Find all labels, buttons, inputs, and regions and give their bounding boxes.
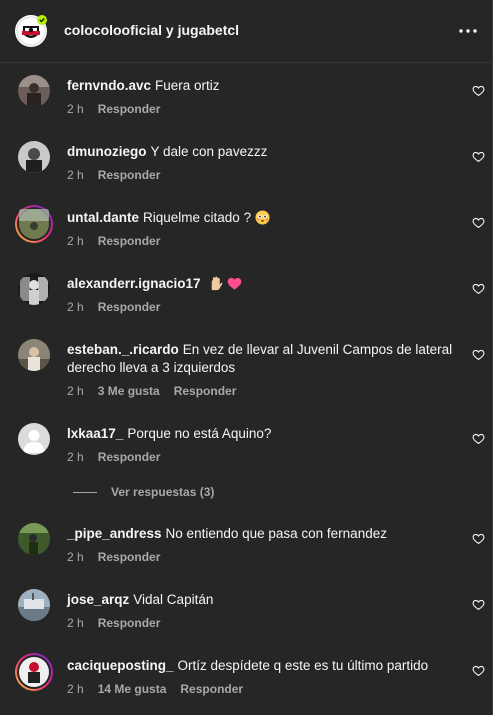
comment-text: Fuera ortiz	[155, 78, 220, 93]
more-horizontal-icon	[459, 29, 477, 33]
comment-username[interactable]: dmunoziego	[67, 144, 147, 159]
avatar[interactable]	[14, 652, 54, 692]
avatar[interactable]	[18, 339, 50, 371]
post-header: colocolooficial y jugabetcl	[0, 0, 492, 63]
likes-count[interactable]: 3 Me gusta	[98, 384, 160, 398]
comment-time: 2 h	[67, 300, 84, 314]
reply-button[interactable]: Responder	[174, 384, 237, 398]
comment-time: 2 h	[67, 102, 84, 116]
pink-heart-icon	[227, 277, 242, 290]
comment-text: Porque no está Aquino?	[127, 426, 272, 441]
view-replies-label: Ver respuestas (3)	[111, 485, 215, 499]
reply-button[interactable]: Responder	[98, 234, 161, 248]
likes-count[interactable]: 14 Me gusta	[98, 682, 167, 696]
heart-icon[interactable]	[472, 84, 485, 97]
comment-username[interactable]: _pipe_andress	[67, 526, 162, 541]
comment-text: Y dale con pavezzz	[150, 144, 268, 159]
heart-icon[interactable]	[472, 432, 485, 445]
avatar[interactable]	[18, 141, 50, 173]
avatar[interactable]	[14, 204, 54, 244]
reply-button[interactable]: Responder	[98, 168, 161, 182]
avatar[interactable]	[18, 523, 50, 555]
comment-time: 2 h	[67, 616, 84, 630]
avatar[interactable]	[18, 589, 50, 621]
avatar[interactable]	[18, 423, 50, 455]
comment-username[interactable]: esteban._.ricardo	[67, 342, 179, 357]
heart-icon[interactable]	[472, 282, 485, 295]
heart-icon[interactable]	[472, 532, 485, 545]
reply-button[interactable]: Responder	[98, 300, 161, 314]
heart-icon[interactable]	[472, 348, 485, 361]
reply-button[interactable]: Responder	[180, 682, 243, 696]
comment-text: Ortíz despídete q este es tu último part…	[177, 658, 429, 673]
heart-icon[interactable]	[472, 150, 485, 163]
comment-time: 2 h	[67, 384, 84, 398]
comment-text: Vidal Capitán	[133, 592, 214, 607]
flushed-face-icon	[255, 210, 270, 225]
comment-text: No entiendo que pasa con fernandez	[165, 526, 387, 541]
account-avatar[interactable]	[14, 14, 48, 48]
heart-icon[interactable]	[472, 216, 485, 229]
heart-icon[interactable]	[472, 598, 485, 611]
post-title[interactable]: colocolooficial y jugabetcl	[64, 22, 239, 38]
comment-username[interactable]: lxkaa17_	[67, 426, 123, 441]
reply-button[interactable]: Responder	[98, 550, 161, 564]
reply-button[interactable]: Responder	[98, 616, 161, 630]
comment-username[interactable]: untal.dante	[67, 210, 139, 225]
comments-panel: colocolooficial y jugabetcl fernvndo.avc…	[0, 0, 493, 715]
reply-button[interactable]: Responder	[98, 102, 161, 116]
replies-divider	[73, 491, 97, 493]
avatar[interactable]	[18, 75, 50, 107]
comment-time: 2 h	[67, 450, 84, 464]
comment-username[interactable]: alexanderr.ignacio17	[67, 276, 201, 291]
comment-time: 2 h	[67, 682, 84, 696]
reply-button[interactable]: Responder	[98, 450, 161, 464]
comment-time: 2 h	[67, 234, 84, 248]
view-replies-button[interactable]: Ver respuestas (3)	[73, 485, 214, 499]
comment-username[interactable]: caciqueposting_	[67, 658, 174, 673]
default-avatar-icon	[18, 423, 50, 455]
comment-text: Riquelme citado ?	[143, 210, 252, 225]
heart-icon[interactable]	[472, 664, 485, 677]
comment-time: 2 h	[67, 168, 84, 182]
comment-username[interactable]: fernvndo.avc	[67, 78, 151, 93]
comment-time: 2 h	[67, 550, 84, 564]
raised-hand-icon	[212, 276, 223, 291]
more-options-button[interactable]	[456, 19, 480, 43]
avatar[interactable]	[18, 273, 50, 305]
comment-username[interactable]: jose_arqz	[67, 592, 129, 607]
